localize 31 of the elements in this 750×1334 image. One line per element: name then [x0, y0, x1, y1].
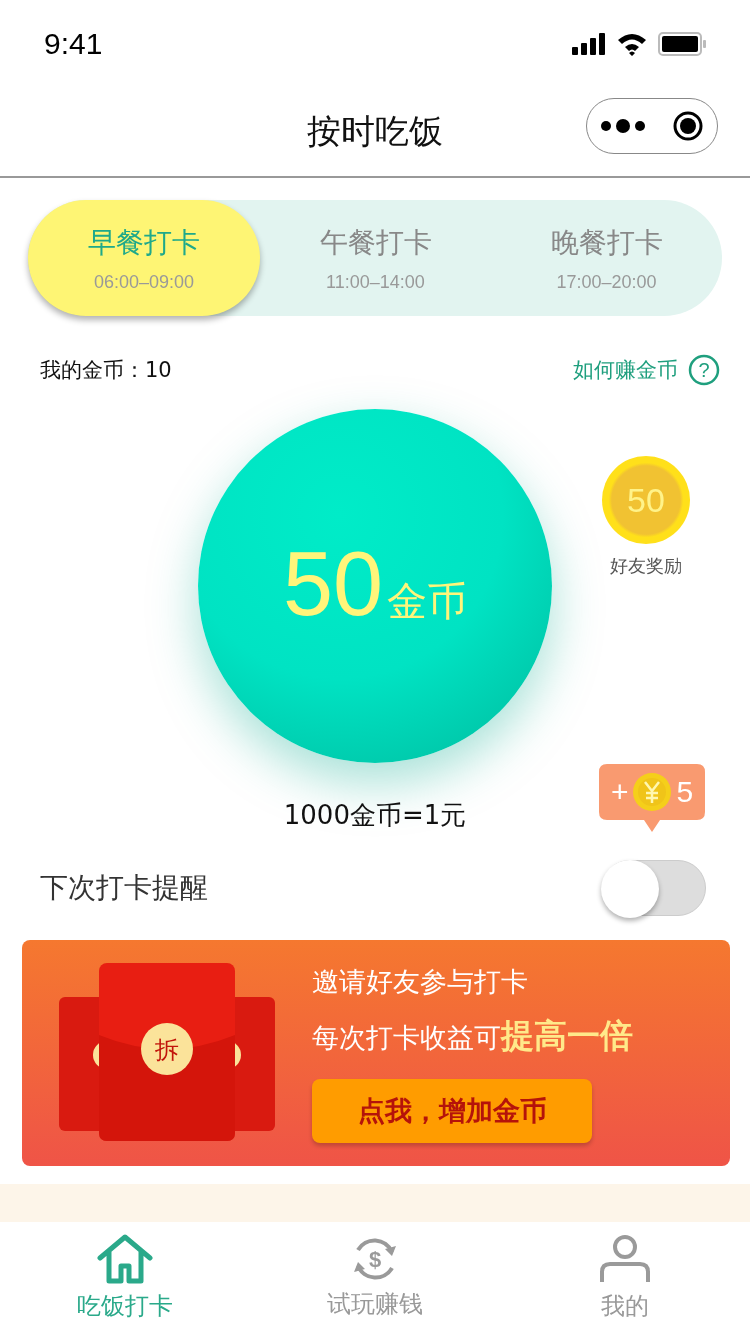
meal-tab[interactable]: 晚餐打卡 17:00–20:00 — [491, 200, 722, 316]
bonus-amount: 5 — [676, 775, 694, 809]
wifi-icon — [616, 32, 648, 56]
envelopes-drawing: 拆 — [59, 963, 275, 1143]
invite-banner[interactable]: 拆 邀请好友参与打卡 每次打卡收益可提高一倍 点我，增加金币 — [22, 940, 730, 1166]
battery-icon — [658, 32, 706, 56]
tab-bar-item[interactable]: 吃饭打卡 — [0, 1222, 250, 1334]
invite-title: 邀请好友参与打卡 — [312, 964, 529, 999]
yuan-coin-icon — [632, 772, 673, 812]
tab-bar-item[interactable]: 我的 — [500, 1222, 750, 1334]
reminder-label: 下次打卡提醒 — [40, 870, 208, 906]
earn-coins-link[interactable]: 如何赚金币 ? — [573, 354, 720, 386]
meal-tab[interactable]: 早餐打卡 06:00–09:00 — [28, 200, 260, 316]
signal-icon — [572, 33, 606, 55]
close-icon[interactable] — [672, 110, 704, 142]
add-coins-button[interactable]: 点我，增加金币 — [312, 1078, 592, 1143]
person-icon — [599, 1234, 651, 1284]
status-time: 9:41 — [44, 27, 103, 61]
invite-subtitle: 每次打卡收益可提高一倍 — [312, 1014, 633, 1057]
exchange-rate: 1000金币=1元 — [283, 798, 467, 832]
meal-tab[interactable]: 午餐打卡 11:00–14:00 — [260, 200, 491, 316]
home-icon — [97, 1234, 153, 1284]
coin-balance: 我的金币：10 — [40, 357, 172, 384]
reminder-toggle[interactable] — [602, 860, 706, 916]
tab-bar-item[interactable]: $ 试玩赚钱 — [250, 1222, 500, 1334]
more-icon[interactable] — [600, 118, 646, 134]
page-title: 按时吃饭 — [307, 110, 443, 153]
help-icon: ? — [688, 354, 720, 386]
friend-reward-label: 好友奖励 — [610, 554, 682, 578]
mini-program-capsule[interactable] — [586, 98, 718, 154]
bonus-plus: + — [610, 775, 629, 809]
